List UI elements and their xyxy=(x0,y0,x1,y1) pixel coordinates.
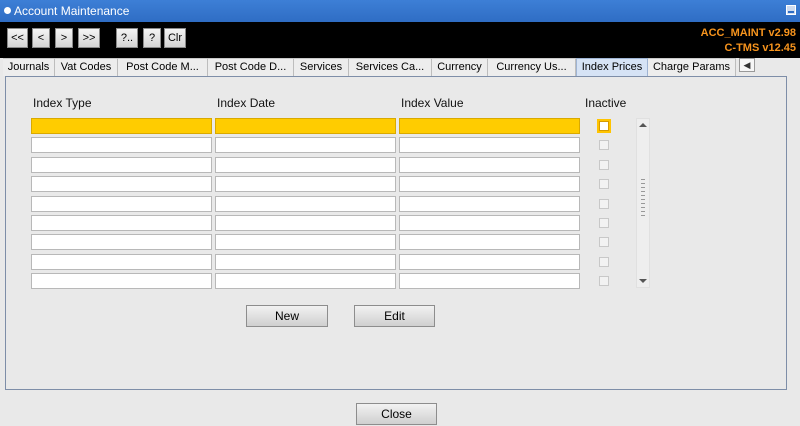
index-type-cell[interactable] xyxy=(31,137,212,154)
minimize-icon[interactable] xyxy=(786,5,796,15)
header-index-value: Index Value xyxy=(401,96,464,110)
tab-services-ca[interactable]: Services Ca... xyxy=(349,58,432,76)
index-value-cell[interactable] xyxy=(399,253,580,270)
tab-post-code-d[interactable]: Post Code D... xyxy=(208,58,294,76)
system-version: C-TMS v12.45 xyxy=(724,42,796,54)
first-record-button[interactable]: << xyxy=(7,28,28,48)
index-date-cell[interactable] xyxy=(215,137,396,154)
inactive-checkbox[interactable] xyxy=(599,237,609,248)
index-type-cell[interactable] xyxy=(31,156,212,173)
tab-index-prices[interactable]: Index Prices xyxy=(576,58,648,77)
index-value-cell[interactable] xyxy=(399,176,580,193)
scroll-down-icon[interactable] xyxy=(639,279,647,283)
tab-services[interactable]: Services xyxy=(294,58,349,76)
index-date-cell[interactable] xyxy=(215,195,396,212)
index-type-cell[interactable] xyxy=(31,273,212,290)
index-date-cell[interactable] xyxy=(215,253,396,270)
inactive-checkbox[interactable] xyxy=(599,179,609,190)
last-record-button[interactable]: >> xyxy=(78,28,100,48)
tab-vat-codes[interactable]: Vat Codes xyxy=(55,58,118,76)
window-icon xyxy=(4,7,11,14)
close-button[interactable]: Close xyxy=(356,403,437,425)
index-date-cell[interactable] xyxy=(215,156,396,173)
app-version: ACC_MAINT v2.98 xyxy=(700,27,796,39)
grid-scrollbar[interactable] xyxy=(636,118,650,288)
new-button[interactable]: New xyxy=(246,305,328,327)
index-type-cell[interactable] xyxy=(31,176,212,193)
tab-currency[interactable]: Currency xyxy=(432,58,488,76)
inactive-checkbox[interactable] xyxy=(599,140,609,151)
inactive-checkbox[interactable] xyxy=(599,218,609,228)
tab-journals[interactable]: Journals xyxy=(3,58,55,76)
index-value-cell[interactable] xyxy=(399,273,580,290)
index-type-cell[interactable] xyxy=(31,195,212,212)
index-value-cell[interactable] xyxy=(399,118,580,134)
header-index-date: Index Date xyxy=(217,96,276,110)
next-record-button[interactable]: > xyxy=(55,28,73,48)
index-date-cell[interactable] xyxy=(215,118,396,134)
query-list-button[interactable]: ?.. xyxy=(116,28,138,48)
inactive-checkbox[interactable] xyxy=(599,198,609,209)
toolbar: << < > >> ?.. ? Clr ACC_MAINT v2.98 C-TM… xyxy=(0,22,800,58)
inactive-checkbox[interactable] xyxy=(599,256,609,267)
scroll-up-icon[interactable] xyxy=(639,123,647,127)
scroll-grip-icon[interactable] xyxy=(641,179,645,219)
header-index-type: Index Type xyxy=(33,96,92,110)
tab-scroll-left-icon[interactable]: ◀ xyxy=(739,58,755,72)
index-value-cell[interactable] xyxy=(399,195,580,212)
tab-post-code-m[interactable]: Post Code M... xyxy=(118,58,208,76)
index-type-cell[interactable] xyxy=(31,253,212,270)
edit-button[interactable]: Edit xyxy=(354,305,435,327)
index-value-cell[interactable] xyxy=(399,215,580,231)
index-type-cell[interactable] xyxy=(31,234,212,251)
previous-record-button[interactable]: < xyxy=(32,28,50,48)
tab-currency-us[interactable]: Currency Us... xyxy=(488,58,576,76)
window-title: Account Maintenance xyxy=(14,4,130,18)
inactive-checkbox[interactable] xyxy=(599,276,609,287)
tab-charge-params[interactable]: Charge Params xyxy=(648,58,736,76)
index-type-cell[interactable] xyxy=(31,215,212,231)
title-bar: Account Maintenance xyxy=(0,0,800,22)
header-inactive: Inactive xyxy=(585,96,627,110)
index-value-cell[interactable] xyxy=(399,156,580,173)
index-date-cell[interactable] xyxy=(215,176,396,193)
index-value-cell[interactable] xyxy=(399,137,580,154)
index-type-cell[interactable] xyxy=(31,118,212,134)
inactive-checkbox[interactable] xyxy=(599,159,609,170)
index-date-cell[interactable] xyxy=(215,215,396,231)
tab-strip: Journals Vat Codes Post Code M... Post C… xyxy=(0,58,800,77)
clear-button[interactable]: Clr xyxy=(164,28,186,48)
index-date-cell[interactable] xyxy=(215,234,396,251)
index-value-cell[interactable] xyxy=(399,234,580,251)
index-date-cell[interactable] xyxy=(215,273,396,290)
inactive-checkbox[interactable] xyxy=(597,119,611,133)
query-button[interactable]: ? xyxy=(143,28,161,48)
